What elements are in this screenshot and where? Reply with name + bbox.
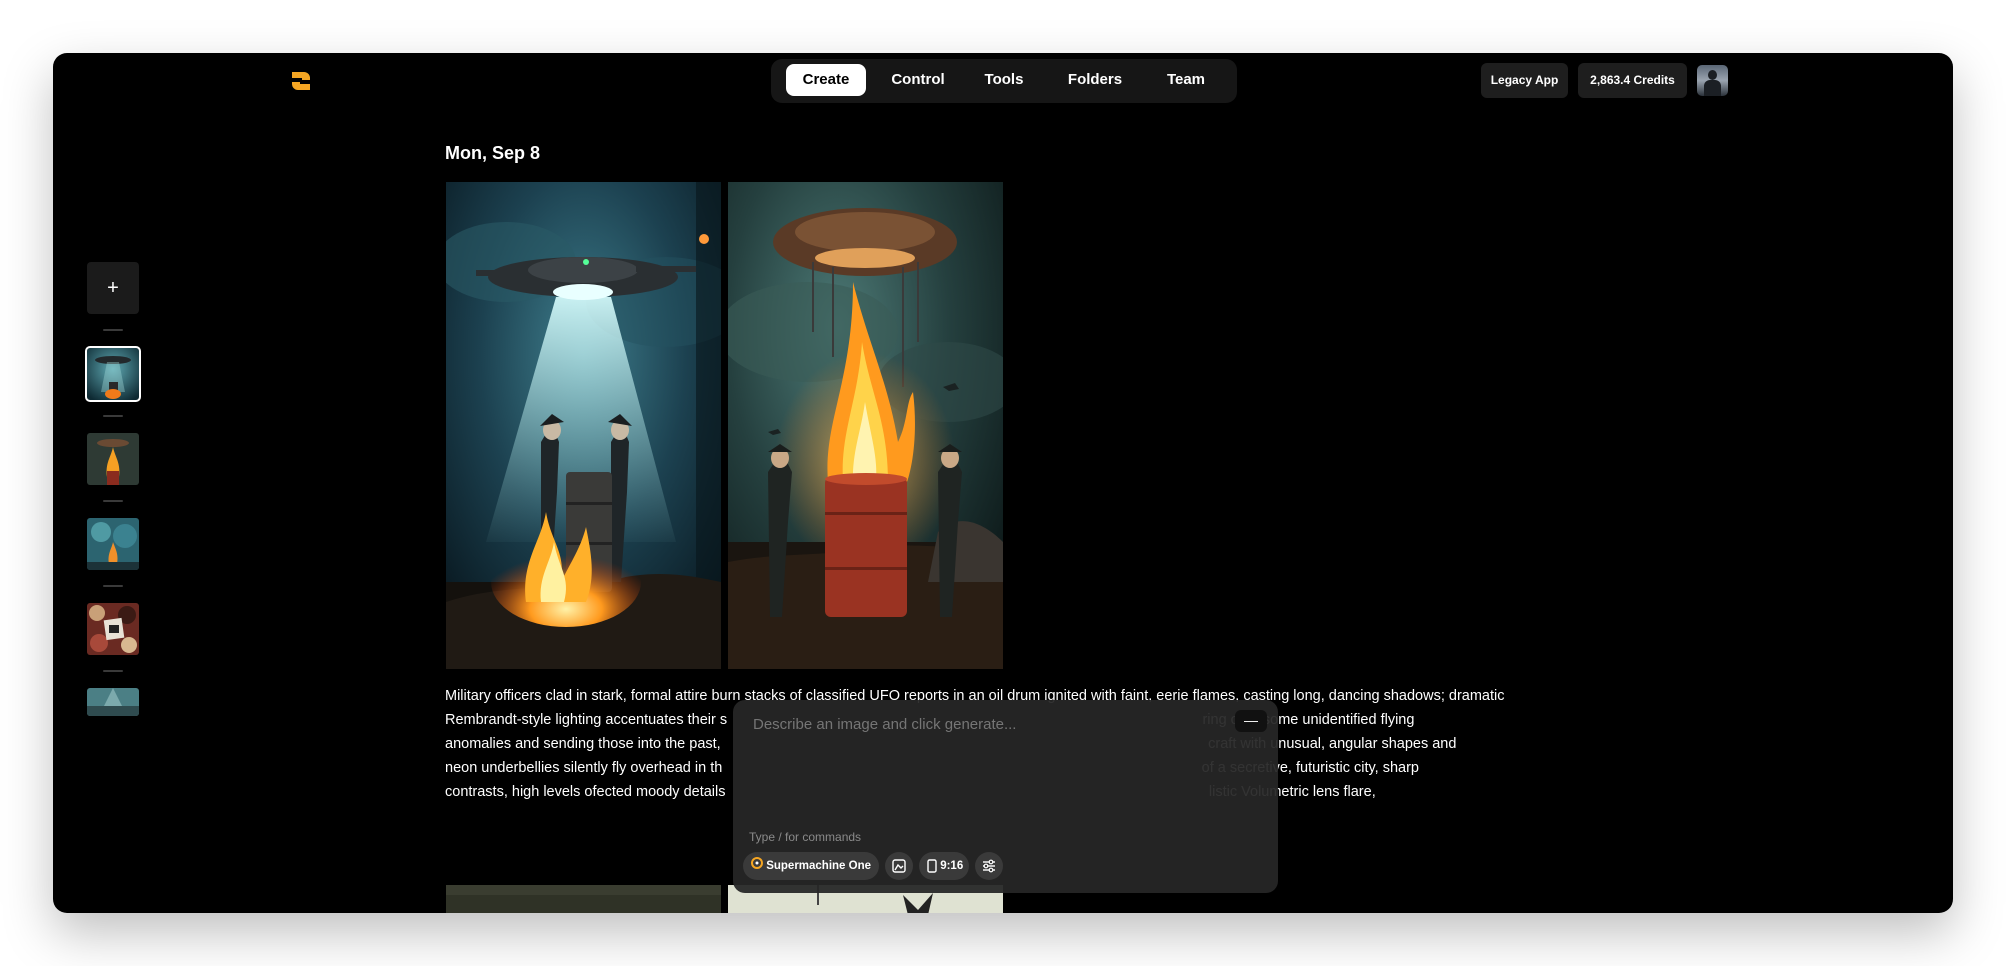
aspect-ratio-selector[interactable]: 9:16 bbox=[919, 852, 969, 880]
main-nav: Create Control Tools Folders Team bbox=[771, 59, 1237, 103]
model-label: Supermachine One bbox=[766, 860, 872, 873]
generated-image-3[interactable] bbox=[446, 885, 721, 913]
tab-tools[interactable]: Tools bbox=[969, 64, 1039, 96]
legacy-app-button[interactable]: Legacy App bbox=[1481, 63, 1568, 98]
aspect-label: 9:16 bbox=[940, 860, 964, 872]
thumbnail-collage[interactable] bbox=[87, 603, 139, 655]
logo-icon[interactable] bbox=[288, 68, 314, 94]
generated-image-2[interactable] bbox=[728, 182, 1003, 669]
prompt-composer: — Type / for commands Supermachine One 9… bbox=[733, 700, 1278, 893]
tab-team[interactable]: Team bbox=[1149, 64, 1223, 96]
generated-image-1[interactable] bbox=[446, 182, 721, 669]
divider bbox=[103, 415, 123, 417]
model-selector[interactable]: Supermachine One bbox=[743, 852, 879, 880]
date-heading: Mon, Sep 8 bbox=[445, 143, 541, 163]
image-style-icon[interactable] bbox=[885, 852, 913, 880]
app-window: Create Control Tools Folders Team Legacy… bbox=[53, 53, 1953, 913]
sliders-icon[interactable] bbox=[975, 852, 1003, 880]
add-icon[interactable]: + bbox=[87, 262, 139, 314]
avatar[interactable] bbox=[1697, 65, 1728, 96]
divider bbox=[103, 329, 123, 331]
thumbnail-ufo-teal[interactable] bbox=[87, 518, 139, 570]
tab-create[interactable]: Create bbox=[786, 64, 866, 96]
thumbnail-ufo-fire[interactable] bbox=[87, 433, 139, 485]
prompt-input[interactable] bbox=[753, 716, 1223, 733]
tab-control[interactable]: Control bbox=[875, 64, 961, 96]
divider bbox=[103, 500, 123, 502]
divider bbox=[103, 670, 123, 672]
credits-button[interactable]: 2,863.4 Credits bbox=[1578, 63, 1687, 98]
minus-icon[interactable]: — bbox=[1235, 710, 1267, 732]
thumbnail-ufo-beam[interactable] bbox=[85, 346, 141, 402]
divider bbox=[103, 585, 123, 587]
portrait-icon bbox=[927, 859, 937, 873]
commands-hint: Type / for commands bbox=[749, 830, 862, 844]
tab-folders[interactable]: Folders bbox=[1049, 64, 1141, 96]
thumbnail-partial[interactable] bbox=[87, 688, 139, 716]
model-icon bbox=[751, 852, 763, 880]
